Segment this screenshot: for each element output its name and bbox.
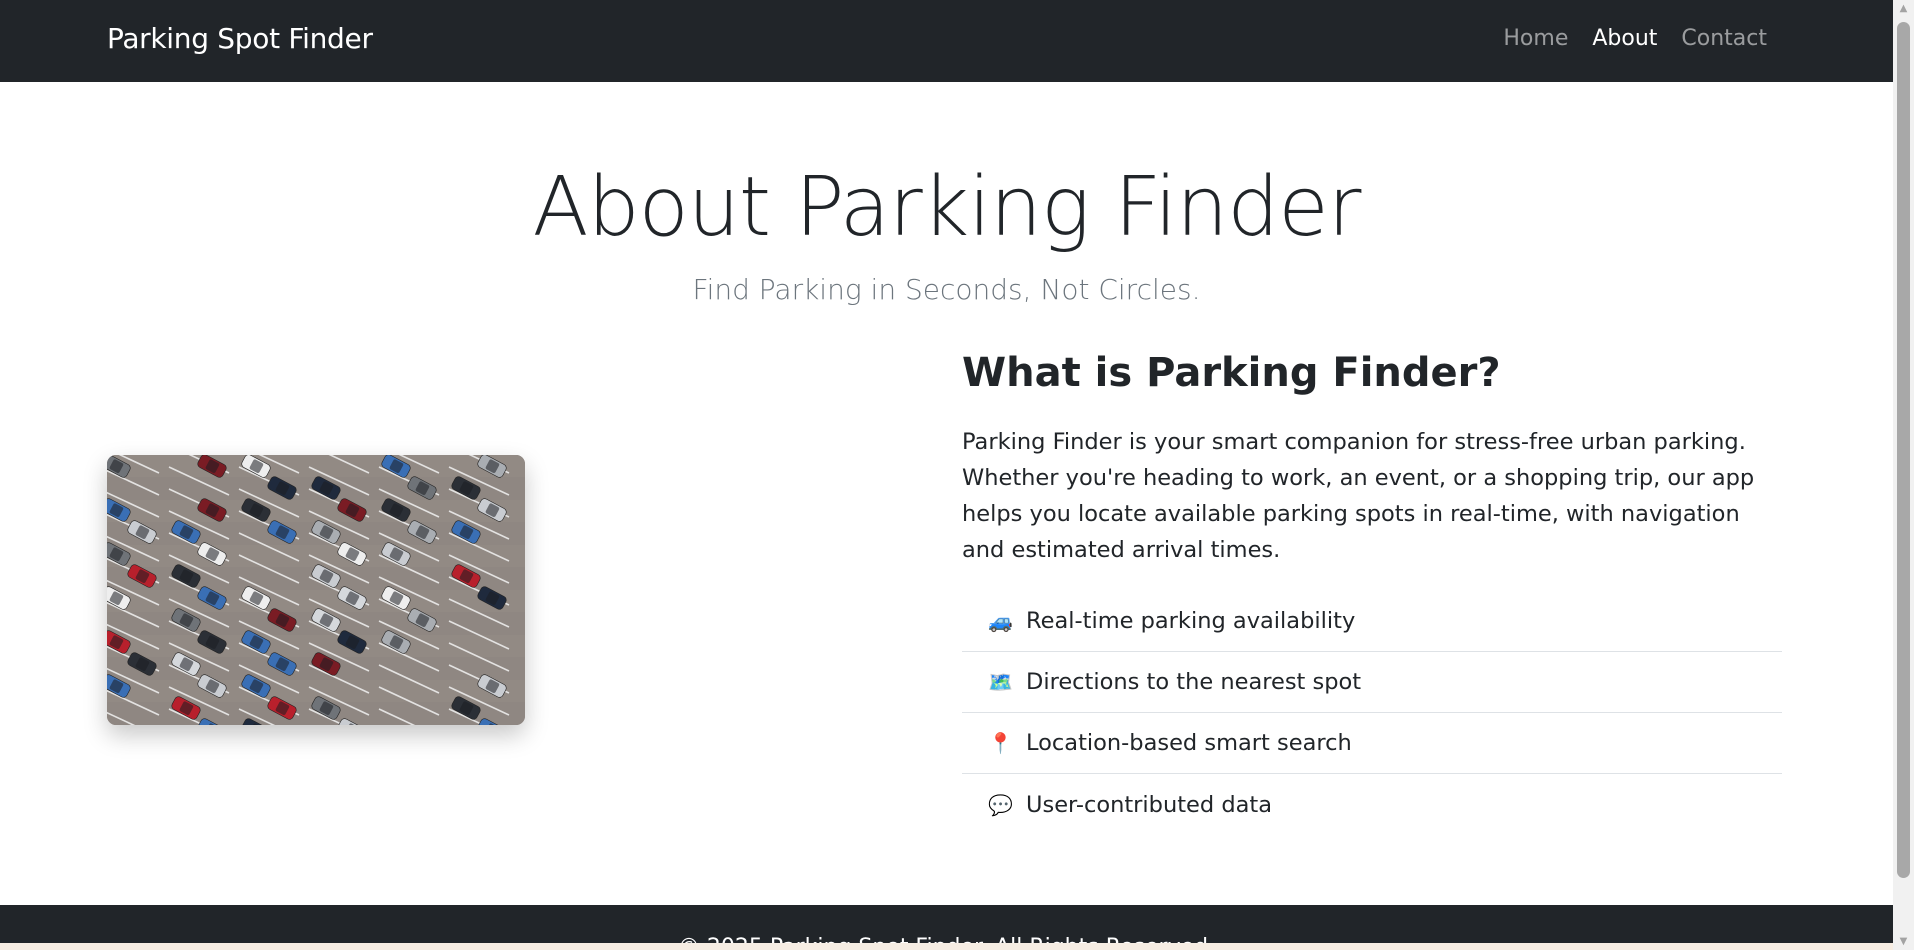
nav-link-about[interactable]: About (1592, 26, 1657, 51)
nav-link-home[interactable]: Home (1503, 26, 1568, 51)
page-viewport: Parking Spot Finder Home About Contact A… (0, 0, 1893, 950)
feature-item: 💬 User-contributed data (962, 774, 1782, 835)
vertical-scrollbar[interactable]: ▲ ▼ (1893, 0, 1914, 950)
chat-icon: 💬 (988, 792, 1013, 817)
section-description: Parking Finder is your smart companion f… (962, 429, 1755, 563)
map-icon: 🗺️ (988, 670, 1013, 694)
pin-icon: 📍 (988, 731, 1013, 755)
bottom-strip (0, 943, 1893, 950)
parking-lot-illustration (107, 455, 525, 725)
page-title: About Parking Finder (532, 160, 1362, 255)
feature-item: 📍 Location-based smart search (962, 713, 1782, 774)
feature-label: User-contributed data (1026, 791, 1273, 818)
parking-lot-image (107, 455, 525, 725)
feature-label: Real-time parking availability (1026, 608, 1356, 634)
navbar: Parking Spot Finder Home About Contact (0, 0, 1893, 82)
feature-item: 🗺️ Directions to the nearest spot (962, 652, 1782, 713)
nav-link-contact[interactable]: Contact (1681, 26, 1767, 51)
feature-label: Directions to the nearest spot (1026, 669, 1362, 695)
section-title: What is Parking Finder? (962, 350, 1501, 396)
car-icon: 🚙 (988, 609, 1013, 633)
brand-link[interactable]: Parking Spot Finder (107, 22, 373, 55)
feature-list: 🚙 Real-time parking availability 🗺️ Dire… (962, 591, 1782, 835)
scroll-up-arrow-icon[interactable]: ▲ (1893, 0, 1914, 17)
scroll-thumb[interactable] (1897, 22, 1910, 878)
page-subtitle: Find Parking in Seconds, Not Circles. (692, 273, 1201, 306)
feature-item: 🚙 Real-time parking availability (962, 591, 1782, 652)
feature-label: Location-based smart search (1026, 730, 1352, 756)
scroll-down-arrow-icon[interactable]: ▼ (1893, 933, 1914, 950)
nav-links: Home About Contact (1503, 26, 1767, 51)
